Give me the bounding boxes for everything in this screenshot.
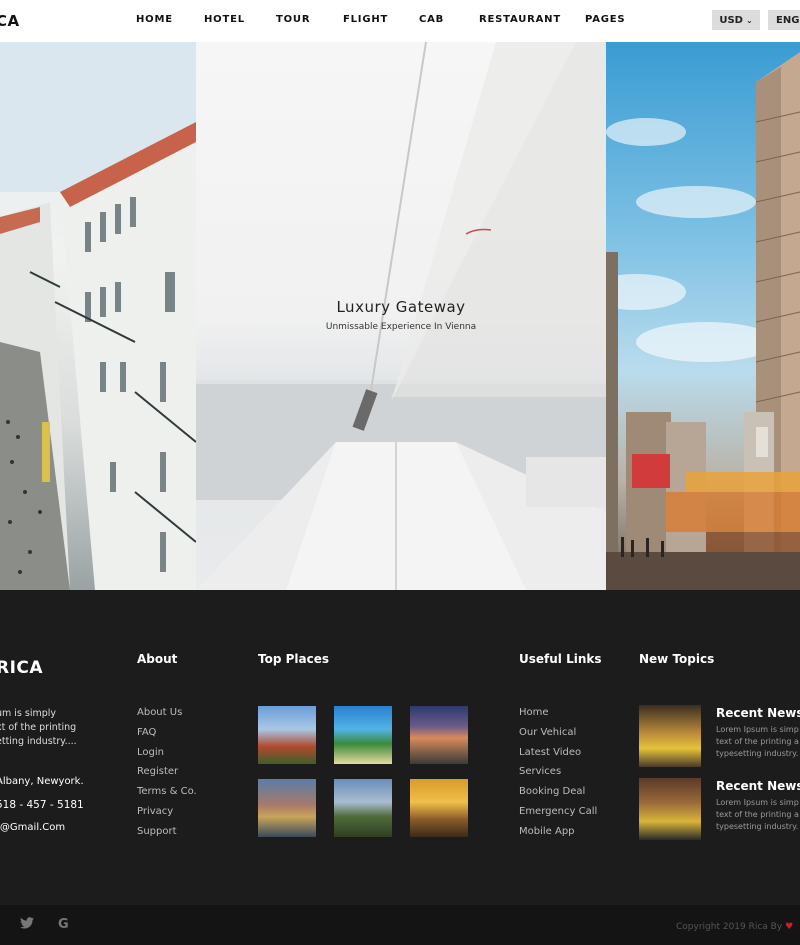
nav-pages[interactable]: PAGES [585,14,625,25]
footer-link-about-us[interactable]: About Us [137,707,197,727]
footer-useful-links-heading: Useful Links [519,652,602,666]
footer-logo[interactable]: RICA [0,658,43,678]
footer-about-links: About Us FAQ Login Register Terms & Co. … [137,707,197,846]
place-thumb-city-sunset[interactable] [410,706,468,764]
language-label: ENG [776,14,800,26]
footer-link-booking-deal[interactable]: Booking Deal [519,786,597,806]
hero-slider: Luxury Gateway Unmissable Experience In … [0,42,800,590]
footer-link-emergency-call[interactable]: Emergency Call [519,806,597,826]
footer-bottom-bar: G Copyright 2019 Rica By ♥ [0,905,800,945]
nav-tour[interactable]: TOUR [276,14,310,25]
city-illustration [606,52,800,590]
footer-new-topics-heading: New Topics [639,652,715,666]
news-thumb-street[interactable] [639,778,701,840]
footer-link-home[interactable]: Home [519,707,597,727]
news-thumb-taxi[interactable] [639,705,701,767]
footer-link-faq[interactable]: FAQ [137,727,197,747]
news-excerpt-line: typesetting industry. [716,822,799,831]
twitter-icon[interactable] [20,917,34,933]
news-title[interactable]: Recent News [716,779,800,793]
hero-image-city [606,42,800,590]
footer-link-register[interactable]: Register [137,766,197,786]
copyright-label: Copyright 2019 Rica By [676,922,783,932]
footer-address: Albany, Newyork. [0,776,84,787]
currency-label: USD [719,14,743,26]
site-logo[interactable]: CA [0,12,20,30]
twitter-icon-glyph [20,917,34,929]
hero-subtitle: Unmissable Experience In Vienna [325,322,477,332]
nav-cab[interactable]: CAB [419,14,444,25]
footer-useful-links: Home Our Vehical Latest Video Services B… [519,707,597,846]
news-excerpt-line: Lorem Ipsum is simp [716,798,799,807]
language-select[interactable]: ENG [768,10,800,30]
google-icon[interactable]: G [58,917,69,932]
nav-restaurant[interactable]: RESTAURANT [479,14,561,25]
nav-hotel[interactable]: HOTEL [204,14,245,25]
footer-link-services[interactable]: Services [519,766,597,786]
place-thumb-deer[interactable] [410,779,468,837]
nav-flight[interactable]: FLIGHT [343,14,388,25]
footer-link-mobile-app[interactable]: Mobile App [519,826,597,846]
place-thumb-harbor[interactable] [258,779,316,837]
news-excerpt-line: typesetting industry. [716,749,799,758]
top-navbar: CA HOME HOTEL TOUR FLIGHT CAB RESTAURANT… [0,0,800,42]
news-excerpt-line: text of the printing a [716,737,799,746]
footer-link-terms[interactable]: Terms & Co. [137,786,197,806]
news-excerpt-line: Lorem Ipsum is simp [716,725,799,734]
footer-description-line: etting industry.... [0,736,77,747]
footer-phone[interactable]: 518 - 457 - 5181 [0,799,84,811]
news-title[interactable]: Recent News [716,706,800,720]
footer-description-line: um is simply [0,708,57,719]
news-excerpt-line: text of the printing a [716,810,799,819]
copyright-text: Copyright 2019 Rica By ♥ [676,922,793,932]
footer-link-latest-video[interactable]: Latest Video [519,747,597,767]
footer-about-heading: About [137,652,178,666]
nav-home[interactable]: HOME [136,14,173,25]
heart-icon: ♥ [785,922,794,932]
currency-select[interactable]: USD ⌄ [712,10,760,30]
place-thumb-pagoda[interactable] [258,706,316,764]
hero-title: Luxury Gateway [336,298,466,316]
footer-email[interactable]: t@Gmail.Com [0,822,65,833]
footer-description: um is simply xt of the printing etting i… [0,707,116,749]
footer-top-places-heading: Top Places [258,652,330,666]
footer-link-login[interactable]: Login [137,747,197,767]
place-thumb-volcano[interactable] [334,779,392,837]
footer-link-our-vehical[interactable]: Our Vehical [519,727,597,747]
footer-description-line: xt of the printing [0,722,77,733]
place-thumb-beach[interactable] [334,706,392,764]
street-illustration [0,42,196,590]
hero-image-street [0,42,196,590]
news-excerpt: Lorem Ipsum is simp text of the printing… [716,724,800,760]
footer-link-privacy[interactable]: Privacy [137,806,197,826]
site-footer: RICA um is simply xt of the printing ett… [0,590,800,945]
hero-caption: Luxury Gateway Unmissable Experience In … [196,298,606,332]
footer-link-support[interactable]: Support [137,826,197,846]
chevron-down-icon: ⌄ [745,15,753,25]
news-excerpt: Lorem Ipsum is simp text of the printing… [716,797,800,833]
